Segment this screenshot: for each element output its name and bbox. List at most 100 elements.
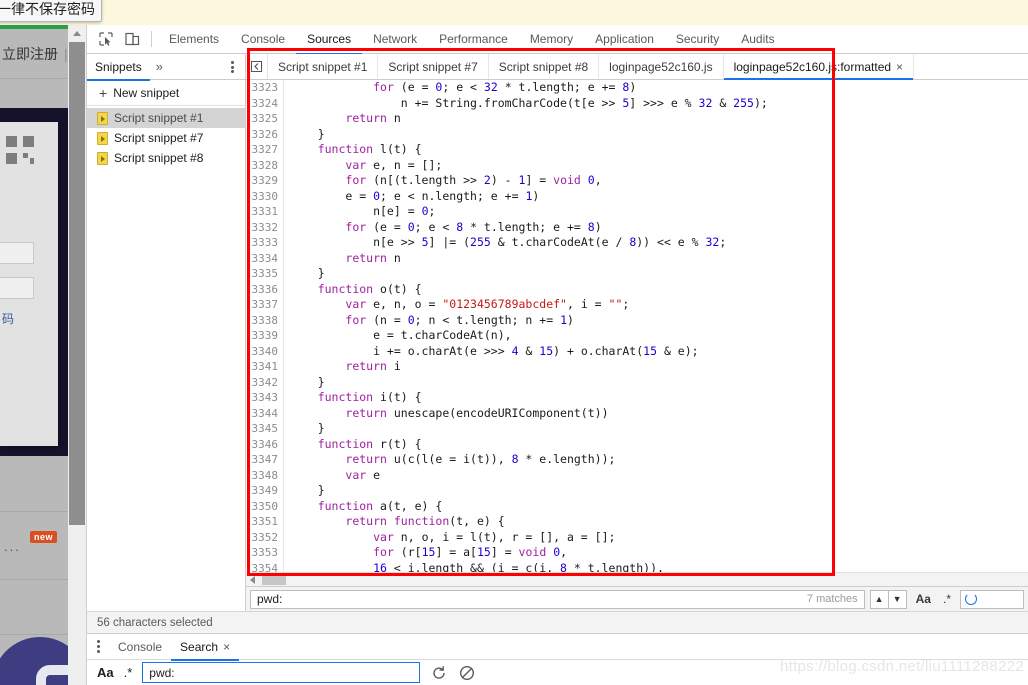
line-number: 3345 [251, 422, 279, 435]
tab-network[interactable]: Network [362, 25, 428, 54]
qr-code-icon[interactable] [6, 136, 34, 164]
editor-tab-snippet-1[interactable]: Script snippet #1 [268, 54, 379, 79]
tab-security[interactable]: Security [665, 25, 730, 54]
line-number: 3349 [251, 484, 279, 497]
refresh-icon[interactable] [430, 664, 448, 682]
snippet-item-8[interactable]: Script snippet #8 [87, 148, 245, 168]
more-tabs-icon[interactable]: » [150, 59, 169, 74]
tab-memory[interactable]: Memory [519, 25, 584, 54]
code-line: for (n = 0; n < t.length; n += 1) [345, 312, 574, 327]
line-number: 3333 [251, 236, 279, 249]
code-line: i += o.charAt(e >>> 4 & 15) + o.charAt(1… [290, 343, 699, 358]
tab-console[interactable]: Console [230, 25, 296, 54]
close-icon[interactable]: × [896, 60, 903, 74]
regex-toggle[interactable]: .* [940, 592, 954, 606]
match-case-toggle[interactable]: Aa [97, 665, 114, 680]
forgot-password-link[interactable]: 码 [2, 310, 14, 327]
code-vertical-scrollbar[interactable] [1018, 80, 1028, 572]
code-line: return function(t, e) { [345, 514, 505, 528]
devtools-body: Snippets » + New snippet Script snippet … [87, 54, 1028, 611]
device-toolbar-icon[interactable] [119, 27, 145, 51]
line-number: 3346 [251, 437, 279, 451]
scrollbar-thumb[interactable] [262, 575, 286, 585]
clear-icon[interactable] [458, 664, 476, 682]
regex-toggle[interactable]: .* [124, 665, 133, 680]
line-number: 3324 [251, 96, 279, 110]
code-content[interactable]: for (e = 0; e < 32 * t.length; e += 8) n… [284, 80, 1028, 586]
search-input-wrapper[interactable] [142, 662, 421, 683]
watermark-text: https://blog.csdn.net/liu1111288222 [779, 658, 1024, 675]
navigator-pane: Snippets » + New snippet Script snippet … [87, 54, 246, 611]
new-snippet-button[interactable]: + New snippet [87, 80, 245, 106]
background-webpage: 立即注册 | 码 ... new [0, 0, 86, 685]
drawer-tabbar: Console Search × [87, 634, 1028, 661]
tab-list-dropdown-icon[interactable] [246, 54, 268, 79]
password-field[interactable] [0, 277, 34, 299]
page-section-row [0, 580, 68, 635]
code-line: return u(c(l(e = i(t)), 8 * e.length)); [345, 452, 616, 466]
editor-tab-loginpage-js-formatted[interactable]: loginpage52c160.js:formatted × [723, 54, 915, 80]
match-case-toggle[interactable]: Aa [913, 592, 934, 606]
snippet-label: Script snippet #1 [114, 111, 204, 125]
tab-application[interactable]: Application [584, 25, 665, 54]
code-line: for (n[(t.length >> 2) - 1] = void 0, [345, 173, 602, 187]
devtools-window: Elements Console Sources Network Perform… [86, 25, 1028, 685]
tab-performance[interactable]: Performance [428, 25, 519, 54]
code-horizontal-scrollbar[interactable] [246, 572, 1028, 586]
close-icon[interactable]: × [223, 640, 230, 654]
line-number: 3338 [251, 313, 279, 327]
plus-icon: + [99, 84, 108, 101]
register-link[interactable]: 立即注册 [2, 46, 58, 62]
code-editor[interactable]: 3323 3324 3325 3326 3327 3328 3329 3330 3331 3332… [246, 80, 1028, 586]
inspect-cursor-icon[interactable] [93, 27, 119, 51]
line-number: 3334 [251, 251, 279, 265]
editor-tab-snippet-8[interactable]: Script snippet #8 [489, 54, 600, 79]
code-line: var n, o, i = l(t), r = [], a = []; [373, 529, 616, 544]
scrollbar-thumb[interactable] [69, 42, 85, 525]
login-card: 码 [0, 122, 58, 446]
line-number: 3329 [251, 174, 279, 187]
new-badge: new [30, 531, 58, 543]
editor-tab-loginpage-js[interactable]: loginpage52c160.js [599, 54, 724, 79]
line-number: 3335 [251, 267, 279, 280]
username-field[interactable] [0, 242, 34, 264]
editor-status-bar: 56 characters selected [87, 611, 1028, 633]
line-number: 3326 [251, 127, 279, 141]
search-input[interactable] [147, 664, 416, 681]
line-number: 3351 [251, 515, 279, 528]
line-number: 3330 [251, 189, 279, 203]
code-line: n[e] = 0; [290, 204, 436, 218]
code-line: return i [345, 359, 401, 373]
page-ellipsis: ... [4, 539, 21, 554]
code-line: return n [345, 111, 401, 125]
snippet-item-1[interactable]: Script snippet #1 [87, 108, 245, 128]
code-line: function r(t) { [317, 436, 422, 451]
find-previous-button[interactable]: ▲ [869, 589, 889, 609]
editor-tab-snippet-7[interactable]: Script snippet #7 [378, 54, 489, 79]
code-line: } [290, 374, 325, 389]
code-line: function i(t) { [317, 390, 422, 404]
tab-snippets[interactable]: Snippets [87, 54, 150, 81]
drawer-more-options-icon[interactable] [87, 634, 109, 660]
tab-sources[interactable]: Sources [296, 25, 363, 55]
tab-elements[interactable]: Elements [158, 25, 230, 54]
tab-audits[interactable]: Audits [730, 25, 785, 54]
navigator-more-options-icon[interactable] [225, 59, 239, 75]
page-scrollbar[interactable] [68, 25, 86, 685]
replace-input-wrapper[interactable] [960, 589, 1024, 609]
code-line: function o(t) { [317, 281, 422, 296]
code-line: } [290, 126, 325, 141]
find-input[interactable] [255, 591, 807, 607]
code-line: for (r[15] = a[15] = void 0, [373, 545, 568, 559]
devtools-panel-tabs: Elements Console Sources Network Perform… [158, 25, 786, 55]
snippet-item-7[interactable]: Script snippet #7 [87, 128, 245, 148]
line-number: 3332 [251, 220, 279, 234]
line-number: 3336 [251, 282, 279, 296]
find-input-wrapper[interactable]: 7 matches [250, 589, 865, 609]
scroll-up-arrow-icon[interactable] [68, 25, 86, 42]
line-number: 3352 [251, 530, 279, 544]
line-number: 3350 [251, 499, 279, 513]
find-next-button[interactable]: ▼ [887, 589, 907, 609]
drawer-tab-console[interactable]: Console [109, 634, 171, 660]
drawer-tab-search[interactable]: Search × [171, 634, 240, 661]
